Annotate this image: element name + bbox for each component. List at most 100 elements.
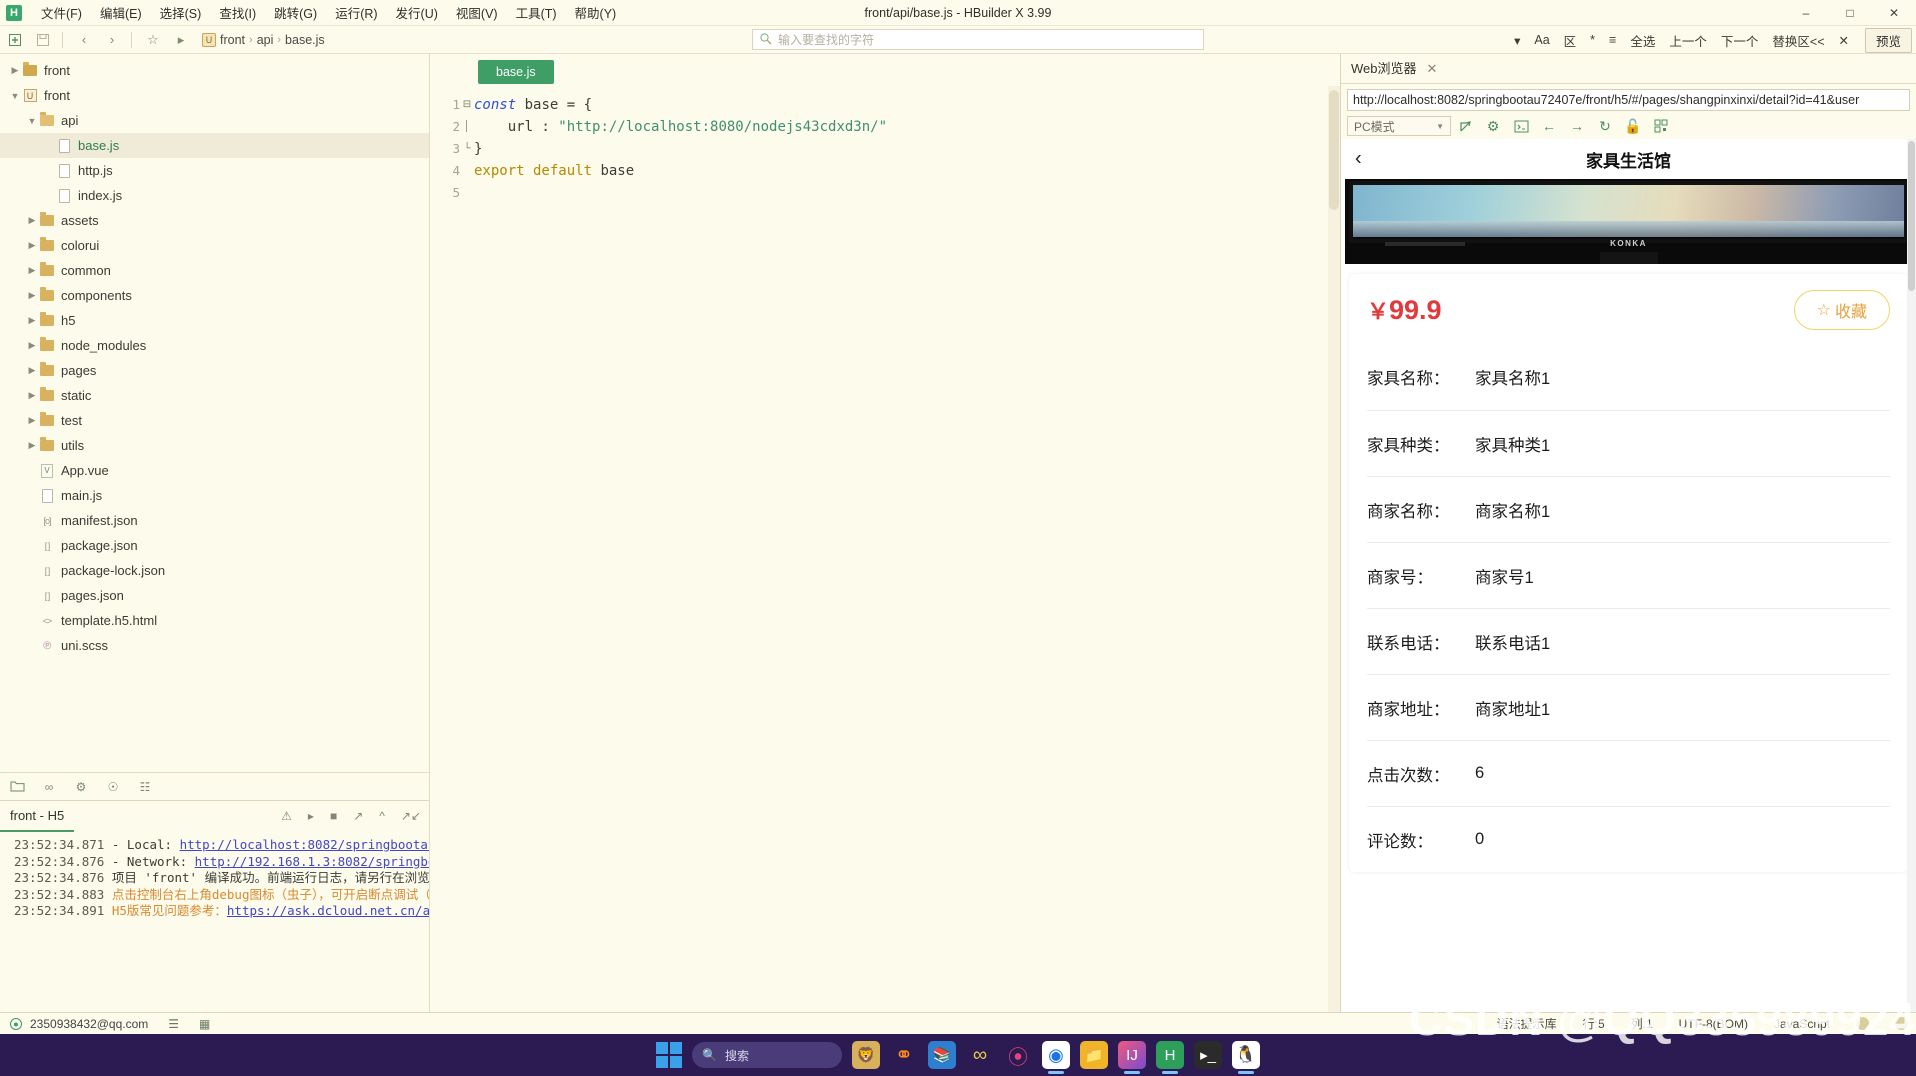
lion-icon[interactable]: 🦁 xyxy=(852,1041,880,1069)
browser-refresh-icon[interactable]: ↻ xyxy=(1591,114,1619,138)
run-icon[interactable]: ▸ xyxy=(168,29,194,51)
whole-word-icon[interactable]: 区 xyxy=(1558,29,1583,52)
tree-item[interactable]: index.js xyxy=(0,183,429,208)
back-icon[interactable]: ‹ xyxy=(71,29,97,51)
chevron-right-icon[interactable]: ▶ xyxy=(25,340,39,351)
chrome-icon[interactable]: ◉ xyxy=(1042,1041,1070,1074)
star-icon[interactable]: ☆ xyxy=(140,29,166,51)
chevron-right-icon[interactable]: ▶ xyxy=(25,215,39,226)
editor-body[interactable]: 1 2 3 4 5 ⊟ │ └ const base = { url : "ht… xyxy=(430,86,1340,1012)
console-link[interactable]: http://localhost:8082/springbootau72407e… xyxy=(180,837,429,852)
console-link[interactable]: https://ask.dcloud.net.cn/article/35232 xyxy=(227,903,429,918)
idea-icon[interactable]: IJ xyxy=(1118,1041,1146,1074)
code-fold-column[interactable]: ⊟ │ └ xyxy=(460,86,474,1012)
menu-item-tools[interactable]: 工具(T) xyxy=(507,0,566,26)
browser-viewport[interactable]: ‹ 家具生活馆 KONKA ￥99.9 ☆ 收藏 家具名称： 家具名称1 家具种… xyxy=(1341,139,1916,1012)
maximize-button[interactable]: □ xyxy=(1828,0,1872,26)
favorite-button[interactable]: ☆ 收藏 xyxy=(1793,290,1890,330)
outline-icon[interactable]: ☰ xyxy=(168,1017,179,1031)
chevron-right-icon[interactable]: ▶ xyxy=(25,265,39,276)
breadcrumb-item-1[interactable]: front xyxy=(220,33,245,47)
menu-item-publish[interactable]: 发行(U) xyxy=(387,0,447,26)
browser-forward-icon[interactable]: → xyxy=(1563,114,1591,138)
collapse-all-icon[interactable]: ☷ xyxy=(136,778,154,796)
tree-item[interactable]: V App.vue xyxy=(0,458,429,483)
console-collapse-icon[interactable]: ^ xyxy=(379,809,385,823)
lock-icon[interactable]: 🔓 xyxy=(1619,114,1647,138)
find-options-caret-icon[interactable]: ▾ xyxy=(1508,31,1526,50)
tree-item[interactable]: ▶ components xyxy=(0,283,429,308)
terminal-icon[interactable]: ▸_ xyxy=(1194,1041,1222,1069)
tree-item[interactable]: ▶ common xyxy=(0,258,429,283)
qq-icon[interactable]: 🐧 xyxy=(1232,1041,1260,1074)
link-icon[interactable]: ∞ xyxy=(40,778,58,796)
open-folder-icon[interactable] xyxy=(8,778,26,796)
editor-tab-basejs[interactable]: base.js xyxy=(478,60,554,84)
project-file-tree[interactable]: ▶ front ▼ Ufront ▼ api base.js http.js index.js ▶… xyxy=(0,54,429,772)
browser-viewport-scrollbar[interactable] xyxy=(1907,139,1916,1012)
menu-item-help[interactable]: 帮助(Y) xyxy=(566,0,626,26)
chevron-right-icon[interactable]: ▶ xyxy=(25,440,39,451)
editor-scrollbar[interactable] xyxy=(1328,86,1340,1012)
tree-item[interactable]: ▶ assets xyxy=(0,208,429,233)
device-mode-select[interactable]: PC模式 ▼ xyxy=(1347,116,1451,136)
tree-item[interactable]: ▶ node_modules xyxy=(0,333,429,358)
tree-item[interactable]: ▶ colorui xyxy=(0,233,429,258)
browser-tab-close-icon[interactable]: ✕ xyxy=(1427,54,1438,83)
chevron-down-icon[interactable]: ▼ xyxy=(8,91,22,101)
settings-gear-icon[interactable]: ⚙ xyxy=(1479,114,1507,138)
trash-icon[interactable]: ⚙ xyxy=(72,778,90,796)
navicat-icon[interactable]: ∞ xyxy=(966,1041,994,1069)
match-case-icon[interactable]: Aa xyxy=(1528,31,1555,49)
minimize-button[interactable]: – xyxy=(1784,0,1828,26)
menu-item-select[interactable]: 选择(S) xyxy=(151,0,211,26)
tree-item[interactable]: main.js xyxy=(0,483,429,508)
browser-tab[interactable]: Web浏览器 ✕ xyxy=(1341,54,1448,83)
tree-item[interactable]: <> template.h5.html xyxy=(0,608,429,633)
tree-item[interactable]: [ ] package-lock.json xyxy=(0,558,429,583)
h5-back-icon[interactable]: ‹ xyxy=(1355,148,1362,171)
tree-item[interactable]: ▶ front xyxy=(0,58,429,83)
regex-icon[interactable]: * xyxy=(1584,31,1601,49)
tree-item[interactable]: ▼ Ufront xyxy=(0,83,429,108)
explorer-icon[interactable]: 📁 xyxy=(1080,1041,1108,1069)
taskbar-search-box[interactable]: 🔍 搜索 xyxy=(692,1042,842,1068)
new-file-icon[interactable] xyxy=(2,29,28,51)
menu-item-view[interactable]: 视图(V) xyxy=(447,0,507,26)
save-icon[interactable] xyxy=(30,29,56,51)
tree-item[interactable]: [o] manifest.json xyxy=(0,508,429,533)
start-button-icon[interactable] xyxy=(656,1042,682,1068)
menu-item-find[interactable]: 查找(I) xyxy=(210,0,265,26)
search-ball-icon[interactable]: ⚭ xyxy=(890,1041,918,1069)
find-bar[interactable]: 输入要查找的字符 xyxy=(752,29,1204,50)
browser-viewport-scrollbar-thumb[interactable] xyxy=(1908,141,1915,291)
chevron-right-icon[interactable]: ▶ xyxy=(25,390,39,401)
console-close-icon[interactable]: ↗↙ xyxy=(401,809,421,823)
console-run-icon[interactable]: ▸ xyxy=(308,809,314,823)
chevron-right-icon[interactable]: ▶ xyxy=(8,65,22,76)
chevron-right-icon[interactable]: ▶ xyxy=(25,365,39,376)
browser-url-input[interactable]: http://localhost:8082/springbootau72407e… xyxy=(1347,89,1910,111)
breadcrumb-item-2[interactable]: api xyxy=(257,33,274,47)
tree-item[interactable]: ▶ utils xyxy=(0,433,429,458)
terminal-icon[interactable]: ▦ xyxy=(199,1017,210,1031)
chevron-right-icon[interactable]: ▶ xyxy=(25,415,39,426)
qrcode-icon[interactable] xyxy=(1647,114,1675,138)
close-button[interactable]: ✕ xyxy=(1872,0,1916,26)
account-email[interactable]: 2350938432@qq.com xyxy=(30,1017,148,1031)
find-next-button[interactable]: 下一个 xyxy=(1715,29,1765,52)
console-tab-front-h5[interactable]: front - H5 xyxy=(0,801,75,832)
tree-item[interactable]: [ ] pages.json xyxy=(0,583,429,608)
devtools-console-icon[interactable] xyxy=(1507,114,1535,138)
chevron-down-icon[interactable]: ▼ xyxy=(25,116,39,126)
console-external-icon[interactable]: ↗ xyxy=(353,809,363,823)
console-clear-icon[interactable]: ⚠ xyxy=(281,809,292,823)
tree-item[interactable]: ▶ pages xyxy=(0,358,429,383)
console-stop-icon[interactable]: ■ xyxy=(330,809,337,823)
eclipse-icon[interactable]: ⦿ xyxy=(1004,1041,1032,1069)
menu-item-edit[interactable]: 编辑(E) xyxy=(91,0,151,26)
account-icon[interactable]: ● xyxy=(10,1017,22,1030)
code-content[interactable]: const base = { url : "http://localhost:8… xyxy=(474,86,1340,1012)
fold-toggle-icon[interactable]: ⊟ xyxy=(460,94,474,116)
find-close-button[interactable]: ✕ xyxy=(1833,31,1855,50)
